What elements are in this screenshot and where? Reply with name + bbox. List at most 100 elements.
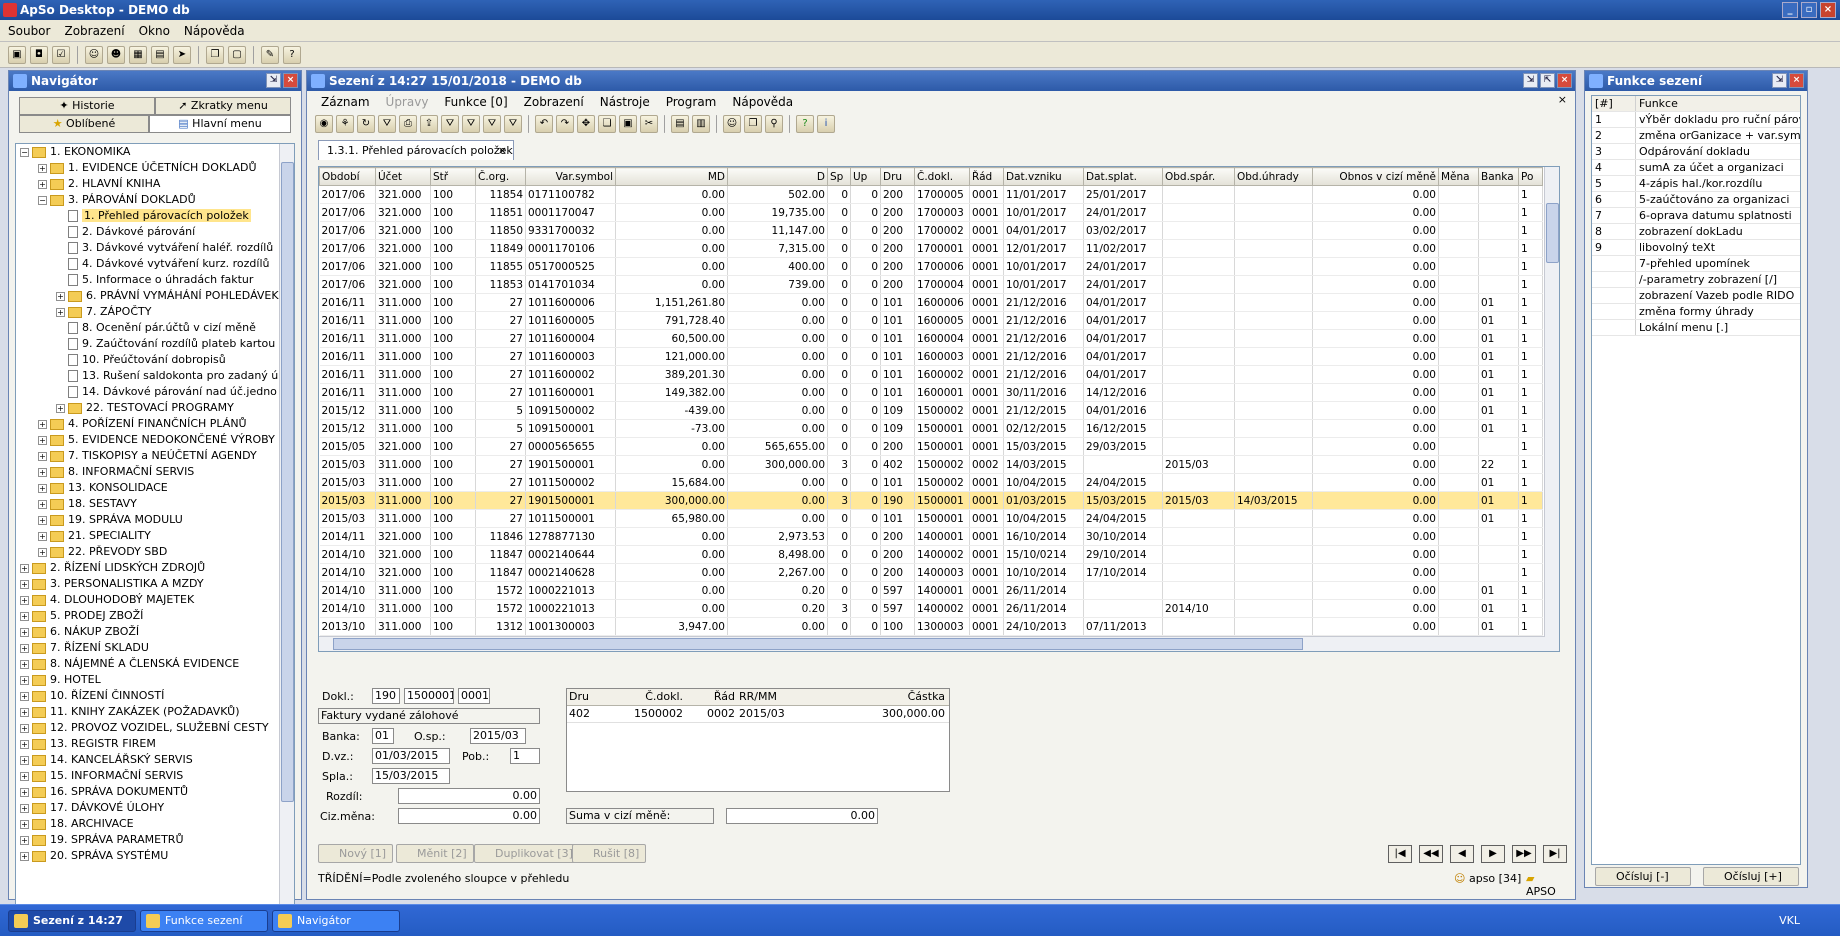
column-header[interactable]: MD <box>615 167 728 186</box>
novy-button[interactable]: Nový [1] <box>318 844 394 863</box>
table-row[interactable]: 2017/06 321.000 100 11855 0517000525 0.00 400.… <box>319 257 1543 276</box>
pairing-row[interactable]: 402 1500002 0002 2015/03 300,000.00 <box>567 706 949 723</box>
app-menu-item[interactable]: Okno <box>139 24 170 38</box>
minimize-button[interactable]: _ <box>1782 2 1798 18</box>
calendar-icon[interactable]: ▦ <box>129 45 147 64</box>
navigator-close-button[interactable]: × <box>283 73 298 88</box>
language-indicator[interactable]: VKL <box>1779 914 1800 927</box>
functions-restore-button[interactable]: ⇲ <box>1772 73 1787 88</box>
lock-icon[interactable]: ◘ <box>30 45 48 64</box>
function-item[interactable]: 2změna orGanizace + var.symbolu <box>1592 128 1800 144</box>
expand-icon[interactable]: + <box>38 531 47 541</box>
tree-item[interactable]: +16. SPRÁVA DOKUMENTŮ <box>16 784 294 800</box>
help-icon[interactable]: ? <box>283 45 301 64</box>
paste-icon[interactable]: ▣ <box>619 115 637 133</box>
session-menu-item[interactable]: Zobrazení <box>524 93 584 111</box>
table-row[interactable]: 2016/11 311.000 100 27 1011600003 121,000.00 0… <box>319 347 1543 366</box>
tree-item[interactable]: +22. TESTOVACÍ PROGRAMY <box>16 400 294 416</box>
expand-icon[interactable]: + <box>20 563 29 573</box>
tab-oblibene[interactable]: ★ Oblíbené <box>19 115 149 133</box>
tree-item[interactable]: +13. REGISTR FIREM <box>16 736 294 752</box>
expand-icon[interactable]: + <box>38 515 47 525</box>
functions-close-button[interactable]: × <box>1789 73 1804 88</box>
tree-item[interactable]: +6. NÁKUP ZBOŽÍ <box>16 624 294 640</box>
spla-field[interactable]: 15/03/2015 <box>372 768 450 784</box>
folder-open-icon[interactable]: ❐ <box>206 45 224 64</box>
expand-icon[interactable]: + <box>20 771 29 781</box>
expand-icon[interactable]: + <box>38 179 47 189</box>
table-row[interactable]: 2014/10 321.000 100 11847 0002140628 0.00 2,26… <box>319 563 1543 582</box>
expand-icon[interactable]: + <box>20 595 29 605</box>
menit-button[interactable]: Měnit [2] <box>396 844 474 863</box>
table-row[interactable]: 2015/03 311.000 100 27 1011500001 65,980.00 0.… <box>319 509 1543 528</box>
column-header[interactable]: Obnos v cizí měně <box>1312 167 1439 186</box>
table-row[interactable]: 2014/10 321.000 100 11847 0002140644 0.00 8,49… <box>319 545 1543 564</box>
column-header[interactable]: Dru <box>880 167 915 186</box>
function-item[interactable]: 5 4-zápis hal./kor.rozdílu <box>1592 176 1800 192</box>
next-page-button[interactable]: ▶▶ <box>1512 845 1536 863</box>
prev-record-button[interactable]: ◀ <box>1450 845 1474 863</box>
table-row[interactable]: 2015/03 311.000 100 27 1901500001 0.00 300,000… <box>319 455 1543 474</box>
column-header[interactable]: Dat.splat. <box>1083 167 1163 186</box>
ocisluj-minus-button[interactable]: Očísluj [-] <box>1595 867 1691 886</box>
dvz-field[interactable]: 01/03/2015 <box>372 748 450 764</box>
task-sezeni[interactable]: Sezení z 14:27 ... <box>8 910 136 936</box>
tree-item[interactable]: 2. Dávkové párování <box>16 224 294 240</box>
table-row[interactable]: 2015/05 321.000 100 27 0000565655 0.00 565,655… <box>319 437 1543 456</box>
tree-item[interactable]: +12. PROVOZ VOZIDEL, SLUŽEBNÍ CESTY <box>16 720 294 736</box>
filter4-icon[interactable]: ⛛ <box>483 115 501 133</box>
function-item[interactable]: 9 libovolný teXt <box>1592 240 1800 256</box>
banka-field[interactable]: 01 <box>372 728 394 744</box>
function-item[interactable]: zobrazení Vazeb podle RIDO <box>1592 288 1800 304</box>
tree-item[interactable]: +7. ŘÍZENÍ SKLADU <box>16 640 294 656</box>
column-header[interactable]: Up <box>850 167 881 186</box>
column-header[interactable]: D <box>727 167 828 186</box>
expand-icon[interactable]: + <box>56 403 65 413</box>
column-header[interactable]: Dat.vzniku <box>1003 167 1084 186</box>
tree-item[interactable]: 10. Přeúčtování dobropisů <box>16 352 294 368</box>
column-header[interactable]: Banka <box>1478 167 1519 186</box>
expand-icon[interactable]: − <box>20 147 29 157</box>
cut-icon[interactable]: ✂ <box>640 115 658 133</box>
tree-item[interactable]: +10. ŘÍZENÍ ČINNOSTÍ <box>16 688 294 704</box>
tree-item[interactable]: +2. HLAVNÍ KNIHA <box>16 176 294 192</box>
tab-historie[interactable]: ✦ Historie <box>19 97 155 115</box>
tree-item[interactable]: +9. HOTEL <box>16 672 294 688</box>
tree-icon[interactable]: ⚘ <box>336 115 354 133</box>
tree-item[interactable]: +19. SPRÁVA PARAMETRŮ <box>16 832 294 848</box>
tree-item[interactable]: +14. KANCELÁŘSKÝ SERVIS <box>16 752 294 768</box>
session-close-button[interactable]: × <box>1557 73 1572 88</box>
table-row[interactable]: 2017/06 321.000 100 11851 0001170047 0.00 19,7… <box>319 203 1543 222</box>
expand-icon[interactable]: + <box>38 483 47 493</box>
table-row[interactable]: 2017/06 321.000 100 11853 0141701034 0.00 739.… <box>319 275 1543 294</box>
expand-icon[interactable]: + <box>38 451 47 461</box>
expand-icon[interactable]: + <box>20 803 29 813</box>
expand-icon[interactable]: + <box>20 643 29 653</box>
tree-item[interactable]: +13. KONSOLIDACE <box>16 480 294 496</box>
session-max-button[interactable]: ⇱ <box>1540 73 1555 88</box>
redo-icon[interactable]: ↷ <box>556 115 574 133</box>
expand-icon[interactable]: + <box>38 467 47 477</box>
column-header[interactable]: Měna <box>1438 167 1479 186</box>
table-row[interactable]: 2015/12 311.000 100 5 1091500002 -439.00 0.00 0… <box>319 401 1543 420</box>
windows-icon[interactable]: ▢ <box>228 45 246 64</box>
column-header[interactable]: Období <box>319 167 376 186</box>
tree-item[interactable]: 4. Dávkové vytváření kurz. rozdílů <box>16 256 294 272</box>
column-header[interactable]: Sp <box>827 167 851 186</box>
tree-item[interactable]: +7. ZÁPOČTY <box>16 304 294 320</box>
column-header[interactable]: Č.dokl. <box>914 167 970 186</box>
prev-page-button[interactable]: ◀◀ <box>1419 845 1443 863</box>
tree-item[interactable]: +11. KNIHY ZAKÁZEK (POŽADAVKŮ) <box>16 704 294 720</box>
column-header[interactable]: Stř <box>430 167 476 186</box>
expand-icon[interactable]: + <box>20 851 29 861</box>
tree-item[interactable]: +4. DLOUHODOBÝ MAJETEK <box>16 592 294 608</box>
expand-icon[interactable]: + <box>20 755 29 765</box>
expand-icon[interactable]: + <box>20 659 29 669</box>
tree-item[interactable]: +2. ŘÍZENÍ LIDSKÝCH ZDROJŮ <box>16 560 294 576</box>
tab-prehled-parovacich-polozek[interactable]: 1.3.1. Přehled párovacích položek × <box>318 140 514 160</box>
arrow-icon[interactable]: ➤ <box>173 45 191 64</box>
print-icon[interactable]: ⎙ <box>399 115 417 133</box>
session-menu-item[interactable]: Záznam <box>321 93 370 111</box>
session-menu-close[interactable]: × <box>1558 93 1567 106</box>
first-record-button[interactable]: |◀ <box>1388 845 1412 863</box>
